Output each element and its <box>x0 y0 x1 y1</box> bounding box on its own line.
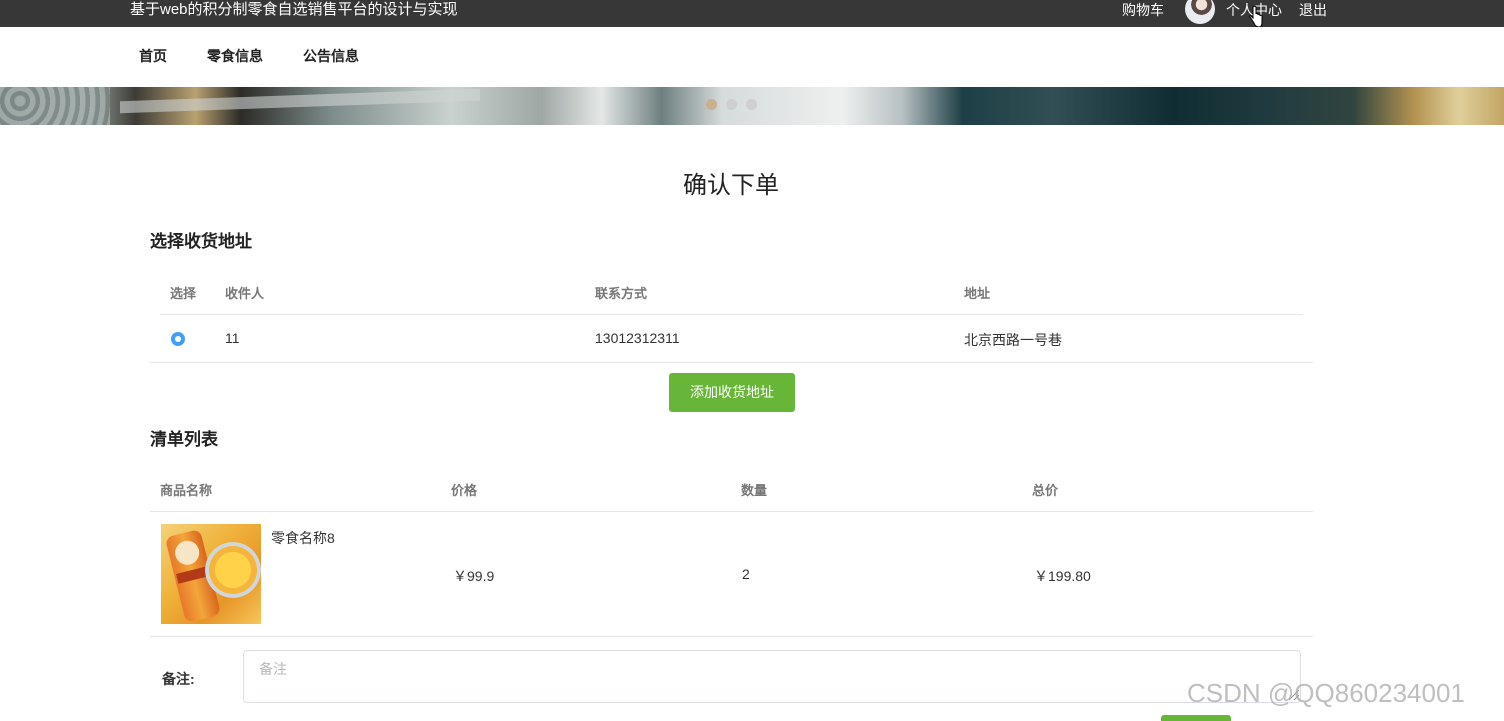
column-header-total: 总价 <box>1032 483 1059 498</box>
table-divider <box>160 314 1303 315</box>
watermark: CSDN @QQ860234001 <box>1187 678 1465 708</box>
carousel-dot-2[interactable] <box>726 99 737 110</box>
logout-link[interactable]: 退出 <box>1299 0 1327 20</box>
remark-label: 备注: <box>162 671 195 687</box>
can-logo <box>172 538 202 568</box>
banner-image-detail <box>0 87 110 125</box>
submit-order-button[interactable] <box>1161 715 1231 721</box>
user-avatar[interactable] <box>1185 0 1215 24</box>
address-section-title: 选择收货地址 <box>150 232 252 251</box>
add-address-button[interactable]: 添加收货地址 <box>669 373 795 412</box>
column-header-recipient: 收件人 <box>225 286 265 301</box>
product-name[interactable]: 零食名称8 <box>271 528 335 548</box>
column-header-address: 地址 <box>964 286 991 301</box>
remark-textarea[interactable] <box>243 650 1301 703</box>
column-header-select: 选择 <box>170 286 197 301</box>
page-title: 确认下单 <box>683 172 779 199</box>
product-price: ￥99.9 <box>453 568 495 584</box>
address-detail: 北京西路一号巷 <box>964 332 1062 348</box>
product-thumbnail[interactable] <box>161 524 261 624</box>
table-divider <box>150 362 1313 363</box>
table-divider <box>150 511 1313 512</box>
carousel-dot-1[interactable] <box>706 99 717 110</box>
column-header-product: 商品名称 <box>160 483 213 498</box>
address-radio[interactable] <box>171 332 185 346</box>
column-header-phone: 联系方式 <box>595 286 648 301</box>
carousel-dot-3[interactable] <box>746 99 757 110</box>
product-quantity: 2 <box>742 566 750 582</box>
product-total: ￥199.80 <box>1034 568 1091 584</box>
nav-snacks[interactable]: 零食信息 <box>207 46 263 66</box>
column-header-quantity: 数量 <box>741 483 768 498</box>
nav-home[interactable]: 首页 <box>139 46 167 66</box>
banner-carousel <box>0 87 1504 125</box>
address-phone: 13012312311 <box>595 330 680 346</box>
address-recipient: 11 <box>225 330 240 346</box>
site-title: 基于web的积分制零食自选销售平台的设计与实现 <box>130 1 458 18</box>
banner-image-detail <box>120 88 480 114</box>
table-divider <box>150 636 1313 637</box>
cart-link[interactable]: 购物车 <box>1122 0 1164 20</box>
main-nav: 首页 零食信息 公告信息 <box>0 27 1504 87</box>
order-section-title: 清单列表 <box>150 430 218 449</box>
column-header-price: 价格 <box>451 483 478 498</box>
nav-notices[interactable]: 公告信息 <box>303 46 359 66</box>
top-bar: 基于web的积分制零食自选销售平台的设计与实现 购物车 个人中心 退出 <box>0 0 1504 28</box>
chip-bowl-image <box>205 542 261 598</box>
